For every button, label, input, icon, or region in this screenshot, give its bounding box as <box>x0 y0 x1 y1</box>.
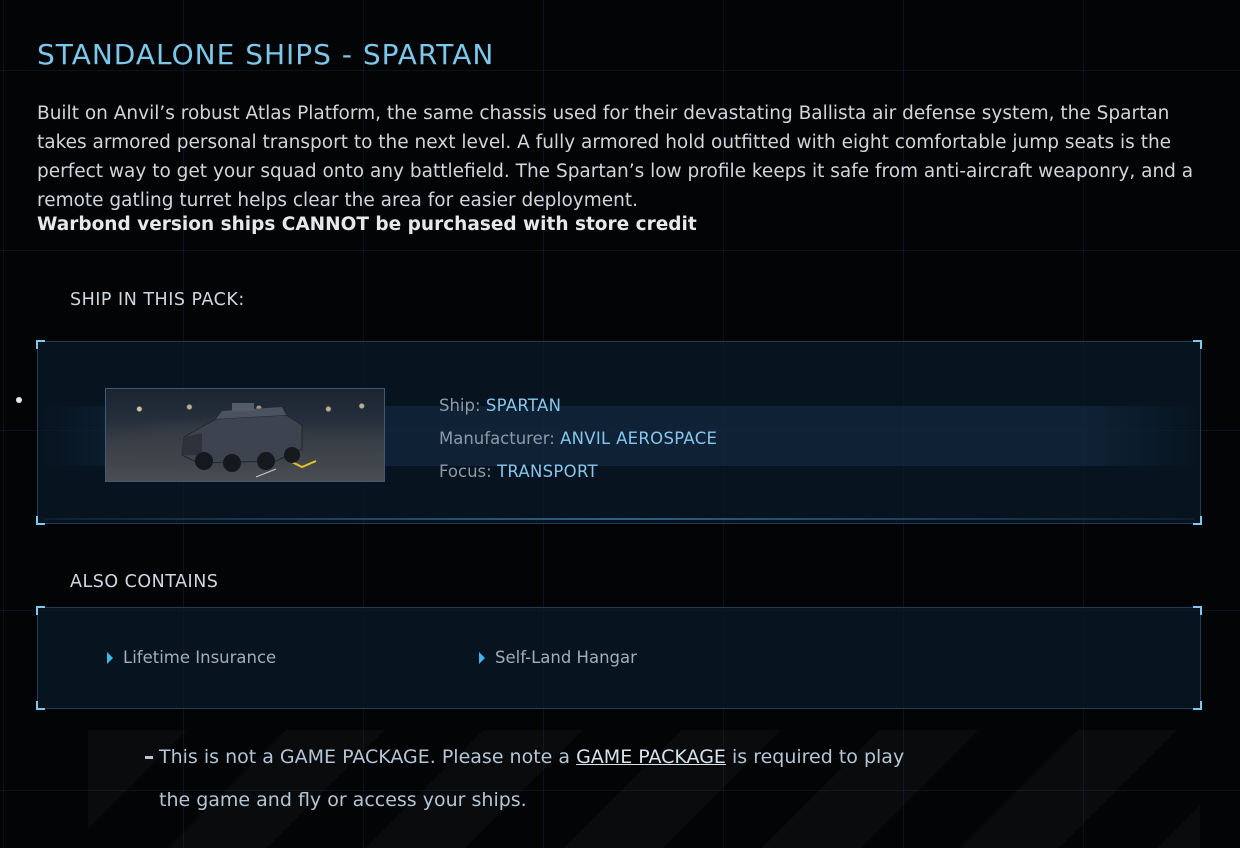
arrow-right-icon <box>107 652 113 664</box>
spec-manufacturer-value: ANVIL AEROSPACE <box>560 429 718 448</box>
spec-manufacturer-key: Manufacturer: <box>439 429 555 448</box>
corner-bracket <box>1193 516 1202 525</box>
page-title: STANDALONE SHIPS - SPARTAN <box>37 38 495 71</box>
spec-ship-value: SPARTAN <box>485 396 562 415</box>
page: STANDALONE SHIPS - SPARTAN Built on Anvi… <box>0 0 1240 848</box>
ship-thumbnail[interactable] <box>105 388 385 482</box>
bullet-dot <box>16 397 22 403</box>
game-package-notice: This is not a GAME PACKAGE. Please note … <box>145 736 905 822</box>
corner-bracket <box>36 516 45 525</box>
ship-card-underline <box>44 518 1194 520</box>
spartan-vehicle-illustration <box>181 403 317 478</box>
corner-bracket <box>1193 340 1202 349</box>
also-contains-label: ALSO CONTAINS <box>70 572 219 592</box>
store-credit-warning: Warbond version ships CANNOT be purchase… <box>37 214 697 235</box>
corner-bracket <box>36 340 45 349</box>
ship-description: Built on Anvil’s robust Atlas Platform, … <box>37 103 1194 211</box>
also-item-lifetime-insurance: Lifetime Insurance <box>107 648 276 667</box>
spec-ship-key: Ship: <box>439 396 481 415</box>
spec-focus-key: Focus: <box>439 462 492 481</box>
spec-focus: Focus: TRANSPORT <box>439 455 717 488</box>
corner-bracket <box>1193 701 1202 710</box>
spec-ship: Ship: SPARTAN <box>439 389 717 422</box>
ship-section-label: SHIP IN THIS PACK: <box>70 290 245 310</box>
ship-specs: Ship: SPARTAN Manufacturer: ANVIL AEROSP… <box>439 389 717 488</box>
notice-text-after: is required to play <box>725 746 905 768</box>
also-contains-card: Lifetime Insurance Self-Land Hangar <box>36 606 1202 710</box>
spec-focus-value: TRANSPORT <box>496 462 598 481</box>
notice-line-2: the game and fly or access your ships. <box>159 789 527 811</box>
corner-bracket <box>36 606 45 615</box>
dash-bullet-icon <box>145 756 153 759</box>
also-item-label: Self-Land Hangar <box>495 648 637 667</box>
arrow-right-icon <box>479 652 485 664</box>
ship-card: Ship: SPARTAN Manufacturer: ANVIL AEROSP… <box>36 340 1202 525</box>
spec-manufacturer: Manufacturer: ANVIL AEROSPACE <box>439 422 717 455</box>
corner-bracket <box>36 701 45 710</box>
corner-bracket <box>1193 606 1202 615</box>
game-package-link[interactable]: GAME PACKAGE <box>576 746 726 768</box>
also-item-label: Lifetime Insurance <box>123 648 277 667</box>
also-item-self-land-hangar: Self-Land Hangar <box>479 648 637 667</box>
notice-text-before: This is not a GAME PACKAGE. Please note … <box>159 746 577 768</box>
